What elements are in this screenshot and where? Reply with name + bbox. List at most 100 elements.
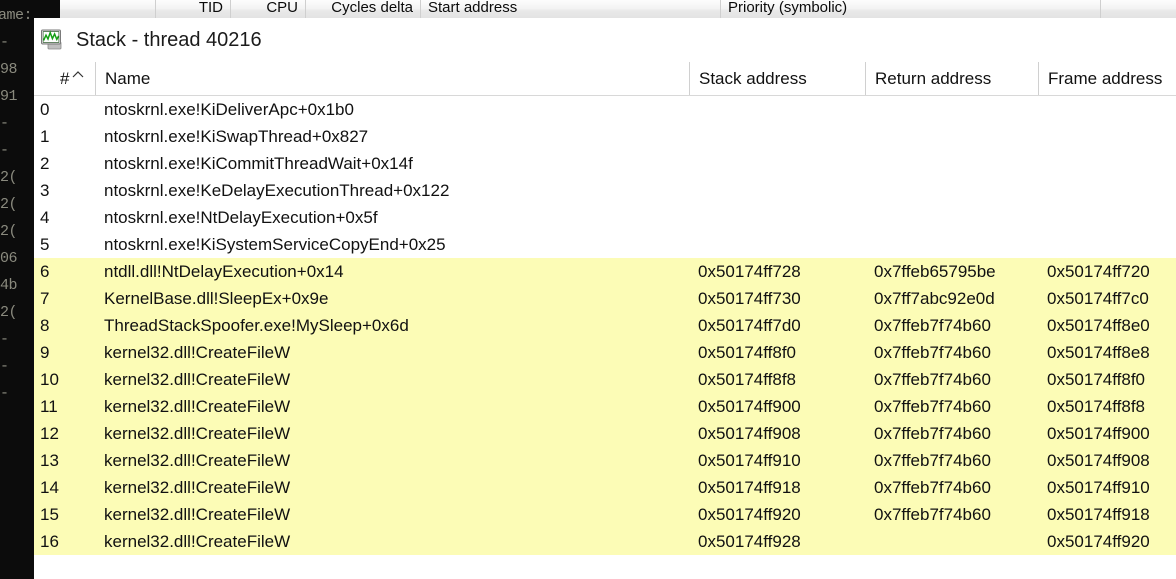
row-name: ntoskrnl.exe!KiCommitThreadWait+0x14f [104, 154, 413, 173]
row-stack-address [689, 231, 865, 258]
stack-frame-row[interactable]: 6 ntdll.dll!NtDelayExecution+0x14 0x50174f… [34, 258, 1176, 285]
stack-frame-row[interactable]: 11 kernel32.dll!CreateFileW 0x50174ff900 0x… [34, 393, 1176, 420]
stack-frame-row[interactable]: 10 kernel32.dll!CreateFileW 0x50174ff8f8 0x… [34, 366, 1176, 393]
row-frame-address: 0x50174ff900 [1047, 424, 1150, 443]
background-console-text: ame: - 98 91 - - 2( 2( 2( 06 4b 2( - - - [0, 7, 33, 402]
row-frame-address: 0x50174ff908 [1047, 451, 1150, 470]
row-stack-address [689, 177, 865, 204]
row-frame-address: 0x50174ff8e8 [1047, 343, 1150, 362]
row-name: kernel32.dll!CreateFileW [104, 532, 291, 551]
row-stack-address: 0x50174ff920 [698, 505, 801, 524]
row-return-address [865, 96, 1038, 123]
row-stack-address: 0x50174ff8f0 [698, 343, 796, 362]
background-column-header-0[interactable]: TID [155, 0, 230, 19]
row-name: ntoskrnl.exe!KiSystemServiceCopyEnd+0x25 [104, 235, 446, 254]
row-return-address: 0x7ffeb7f74b60 [874, 424, 991, 443]
stack-frame-row[interactable]: 8 ThreadStackSpoofer.exe!MySleep+0x6d 0x50… [34, 312, 1176, 339]
column-header-stack-address[interactable]: Stack address [689, 62, 865, 95]
row-return-address: 0x7ffeb7f74b60 [874, 397, 991, 416]
row-frame-address: 0x50174ff720 [1047, 262, 1150, 281]
row-return-address [865, 528, 1038, 555]
row-frame-address: 0x50174ff920 [1047, 532, 1150, 551]
row-return-address: 0x7ffeb7f74b60 [874, 370, 991, 389]
stack-frame-row[interactable]: 5 ntoskrnl.exe!KiSystemServiceCopyEnd+0x2… [34, 231, 1176, 258]
row-frame-address [1038, 150, 1176, 177]
row-index: 10 [40, 370, 59, 389]
background-column-header-2[interactable]: Cycles delta [305, 0, 420, 19]
background-column-header-1[interactable]: CPU [230, 0, 305, 19]
column-header-return-address[interactable]: Return address [865, 62, 1038, 95]
row-return-address [865, 177, 1038, 204]
stack-frame-row[interactable]: 3 ntoskrnl.exe!KeDelayExecutionThread+0x1… [34, 177, 1176, 204]
row-frame-address [1038, 204, 1176, 231]
row-index: 0 [40, 100, 50, 119]
row-return-address: 0x7ffeb7f74b60 [874, 505, 991, 524]
row-stack-address: 0x50174ff7d0 [698, 316, 801, 335]
stack-frame-row[interactable]: 14 kernel32.dll!CreateFileW 0x50174ff918 0x… [34, 474, 1176, 501]
row-stack-address: 0x50174ff900 [698, 397, 801, 416]
background-threads-column-header: TID CPU Cycles delta Start address Priority … [60, 0, 1176, 20]
row-index: 5 [40, 235, 50, 254]
row-frame-address: 0x50174ff910 [1047, 478, 1150, 497]
stack-frame-row[interactable]: 2 ntoskrnl.exe!KiCommitThreadWait+0x14f [34, 150, 1176, 177]
row-return-address: 0x7ffeb7f74b60 [874, 451, 991, 470]
row-frame-address: 0x50174ff8f0 [1047, 370, 1145, 389]
row-stack-address [689, 150, 865, 177]
column-header-frame-address[interactable]: Frame address [1038, 62, 1176, 95]
row-frame-address [1038, 177, 1176, 204]
row-stack-address: 0x50174ff730 [698, 289, 801, 308]
stack-frame-row[interactable]: 12 kernel32.dll!CreateFileW 0x50174ff908 0x… [34, 420, 1176, 447]
stack-frame-list[interactable]: 0 ntoskrnl.exe!KiDeliverApc+0x1b0 1 ntoskrn… [34, 96, 1176, 555]
row-return-address [865, 123, 1038, 150]
row-return-address: 0x7ff7abc92e0d [874, 289, 995, 308]
row-name: kernel32.dll!CreateFileW [104, 370, 291, 389]
row-index: 12 [40, 424, 59, 443]
row-stack-address: 0x50174ff728 [698, 262, 801, 281]
row-name: kernel32.dll!CreateFileW [104, 478, 291, 497]
row-name: ntoskrnl.exe!KeDelayExecutionThread+0x12… [104, 181, 450, 200]
row-stack-address: 0x50174ff8f8 [698, 370, 796, 389]
dialog-title-bar[interactable]: Stack - thread 40216 [34, 18, 1176, 62]
row-frame-address [1038, 96, 1176, 123]
background-column-header-4[interactable]: Priority (symbolic) [720, 0, 980, 19]
row-return-address: 0x7ffeb7f74b60 [874, 478, 991, 497]
sort-ascending-caret-icon [72, 66, 84, 78]
stack-frame-row[interactable]: 7 KernelBase.dll!SleepEx+0x9e 0x50174ff730… [34, 285, 1176, 312]
stack-frame-row[interactable]: 16 kernel32.dll!CreateFileW 0x50174ff928 0x… [34, 528, 1176, 555]
stack-frame-row[interactable]: 1 ntoskrnl.exe!KiSwapThread+0x827 [34, 123, 1176, 150]
stack-frame-row[interactable]: 0 ntoskrnl.exe!KiDeliverApc+0x1b0 [34, 96, 1176, 123]
row-return-address [865, 204, 1038, 231]
row-name: kernel32.dll!CreateFileW [104, 451, 291, 470]
row-index: 16 [40, 532, 59, 551]
row-index: 6 [40, 262, 50, 281]
row-index: 3 [40, 181, 50, 200]
background-column-header-5[interactable] [1100, 0, 1176, 19]
row-index: 2 [40, 154, 50, 173]
row-frame-address [1038, 123, 1176, 150]
row-stack-address [689, 204, 865, 231]
row-stack-address: 0x50174ff910 [698, 451, 801, 470]
row-stack-address: 0x50174ff918 [698, 478, 801, 497]
row-index: 8 [40, 316, 50, 335]
row-frame-address: 0x50174ff7c0 [1047, 289, 1149, 308]
row-index: 11 [40, 397, 58, 416]
column-header-name[interactable]: Name [95, 62, 675, 95]
row-return-address: 0x7ffeb7f74b60 [874, 316, 991, 335]
row-frame-address: 0x50174ff918 [1047, 505, 1150, 524]
background-column-header-3[interactable]: Start address [420, 0, 720, 19]
row-index: 4 [40, 208, 50, 227]
column-header-row: # Name Stack address Return address Fram… [34, 62, 1176, 96]
row-name: kernel32.dll!CreateFileW [104, 397, 291, 416]
row-name: ntoskrnl.exe!NtDelayExecution+0x5f [104, 208, 378, 227]
stack-frame-row[interactable]: 15 kernel32.dll!CreateFileW 0x50174ff920 0x… [34, 501, 1176, 528]
row-frame-address: 0x50174ff8f8 [1047, 397, 1145, 416]
row-index: 1 [40, 127, 50, 146]
stack-frame-row[interactable]: 4 ntoskrnl.exe!NtDelayExecution+0x5f [34, 204, 1176, 231]
row-index: 14 [40, 478, 59, 497]
row-frame-address [1038, 231, 1176, 258]
stack-frame-row[interactable]: 13 kernel32.dll!CreateFileW 0x50174ff910 0x… [34, 447, 1176, 474]
stack-frame-row[interactable]: 9 kernel32.dll!CreateFileW 0x50174ff8f0 0x7… [34, 339, 1176, 366]
row-stack-address: 0x50174ff908 [698, 424, 801, 443]
row-return-address [865, 231, 1038, 258]
row-index: 7 [40, 289, 50, 308]
